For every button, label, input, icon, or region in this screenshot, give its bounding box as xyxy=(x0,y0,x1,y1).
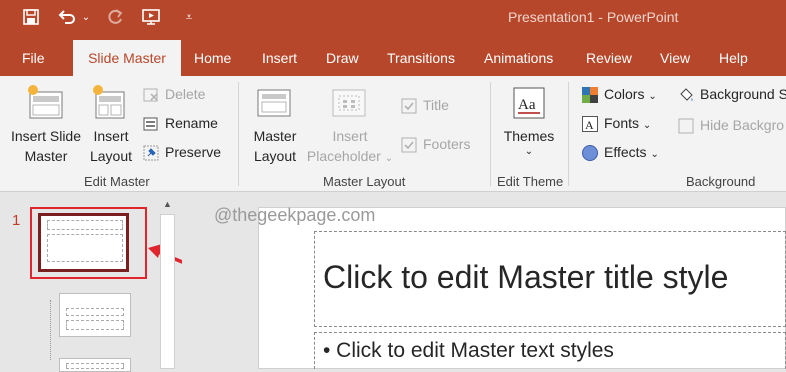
delete-button[interactable]: Delete xyxy=(143,83,205,105)
tab-transitions[interactable]: Transitions xyxy=(377,40,465,76)
body-placeholder-text: • Click to edit Master text styles xyxy=(323,339,614,362)
preserve-button[interactable]: Preserve xyxy=(143,141,221,163)
themes-button[interactable]: Themes ⌄ xyxy=(500,126,558,158)
master-layout-icon xyxy=(256,86,292,125)
checkbox-checked-icon xyxy=(401,98,417,114)
body-placeholder[interactable]: • Click to edit Master text styles xyxy=(314,332,786,369)
edit-master-group-label: Edit Master xyxy=(84,174,150,189)
window-title: Presentation1 - PowerPoint xyxy=(508,9,679,25)
pushpin-icon xyxy=(143,145,159,161)
edit-theme-group-label: Edit Theme xyxy=(497,174,564,189)
fonts-icon: A xyxy=(582,116,598,133)
tab-help[interactable]: Help xyxy=(709,40,758,76)
ribbon: Insert Slide Master Insert Layout Delete… xyxy=(0,76,786,192)
effects-icon xyxy=(582,145,598,162)
layout-thumbnail[interactable] xyxy=(59,293,131,337)
ribbon-tabs: File Slide Master Home Insert Draw Trans… xyxy=(0,40,786,76)
rename-icon xyxy=(143,116,159,132)
colors-dropdown[interactable]: Colors ⌄ xyxy=(582,83,657,105)
effects-dropdown[interactable]: Effects ⌄ xyxy=(582,141,659,163)
chevron-down-icon: ⌄ xyxy=(524,146,534,157)
group-separator xyxy=(568,82,569,186)
title-placeholder-text: Click to edit Master title style xyxy=(323,259,729,295)
checkbox-checked-icon xyxy=(401,137,417,153)
group-separator xyxy=(238,82,239,186)
title-bar: ⌄ ⩡ Presentation1 - PowerPoint xyxy=(0,0,786,40)
tab-home[interactable]: Home xyxy=(184,40,241,76)
insert-slide-master-button[interactable]: Insert Slide Master xyxy=(8,126,84,166)
paint-bucket-icon xyxy=(678,87,694,103)
thumb-title-placeholder xyxy=(66,363,124,369)
tab-file[interactable]: File xyxy=(12,40,55,76)
slide-number: 1 xyxy=(12,212,21,229)
svg-text:Aa: Aa xyxy=(518,97,536,113)
thumb-title-placeholder xyxy=(66,308,124,316)
tab-draw[interactable]: Draw xyxy=(316,40,369,76)
tab-review[interactable]: Review xyxy=(576,40,642,76)
thumb-title-placeholder xyxy=(47,220,123,230)
rename-button[interactable]: Rename xyxy=(143,112,218,134)
undo-dropdown-icon[interactable]: ⌄ xyxy=(80,6,92,28)
start-slideshow-icon[interactable] xyxy=(140,6,162,28)
redo-icon[interactable] xyxy=(104,6,126,28)
insert-slide-master-icon xyxy=(26,84,66,127)
insert-layout-icon xyxy=(92,84,128,127)
title-placeholder[interactable]: Click to edit Master title style xyxy=(314,231,786,327)
chevron-down-icon: ⌄ xyxy=(384,153,394,164)
checkbox-icon xyxy=(678,118,694,134)
svg-text:A: A xyxy=(585,118,594,132)
insert-layout-button[interactable]: Insert Layout xyxy=(88,126,134,166)
master-layout-group-label: Master Layout xyxy=(323,174,406,189)
tab-view[interactable]: View xyxy=(650,40,700,76)
background-group-label: Background xyxy=(686,174,756,189)
insert-placeholder-icon xyxy=(331,86,367,125)
title-checkbox[interactable]: Title xyxy=(401,94,449,116)
undo-icon[interactable] xyxy=(56,6,78,28)
thumbnail-scrollbar[interactable] xyxy=(160,214,175,369)
customize-qat-icon[interactable]: ⩡ xyxy=(178,6,200,28)
insert-placeholder-button[interactable]: Insert Placeholder ⌄ xyxy=(302,126,398,169)
scroll-up-arrow[interactable]: ▲ xyxy=(160,196,175,211)
thumb-subtitle-placeholder xyxy=(66,320,124,330)
tab-animations[interactable]: Animations xyxy=(474,40,563,76)
fonts-dropdown[interactable]: A Fonts ⌄ xyxy=(582,112,651,134)
tab-slide-master[interactable]: Slide Master xyxy=(73,40,181,76)
thumb-body-placeholder xyxy=(47,234,123,262)
chevron-down-icon: ⌄ xyxy=(642,120,652,131)
themes-icon: Aa xyxy=(512,86,546,125)
group-separator xyxy=(490,82,491,186)
hide-background-checkbox[interactable]: Hide Backgro xyxy=(678,114,784,136)
background-styles-button[interactable]: Background S xyxy=(678,83,786,105)
chevron-down-icon: ⌄ xyxy=(650,149,659,160)
footers-checkbox[interactable]: Footers xyxy=(401,133,470,155)
delete-slide-icon xyxy=(143,87,159,103)
chevron-down-icon: ⌄ xyxy=(648,91,657,102)
slide-master-thumbnail[interactable] xyxy=(38,213,129,272)
master-layout-button[interactable]: Master Layout xyxy=(248,126,302,166)
layout-thumbnail[interactable] xyxy=(59,358,131,372)
thumbnail-connector xyxy=(50,300,51,360)
tab-insert[interactable]: Insert xyxy=(252,40,307,76)
watermark: @thegeekpage.com xyxy=(214,205,376,225)
colors-icon xyxy=(582,87,598,104)
save-icon[interactable] xyxy=(20,6,42,28)
